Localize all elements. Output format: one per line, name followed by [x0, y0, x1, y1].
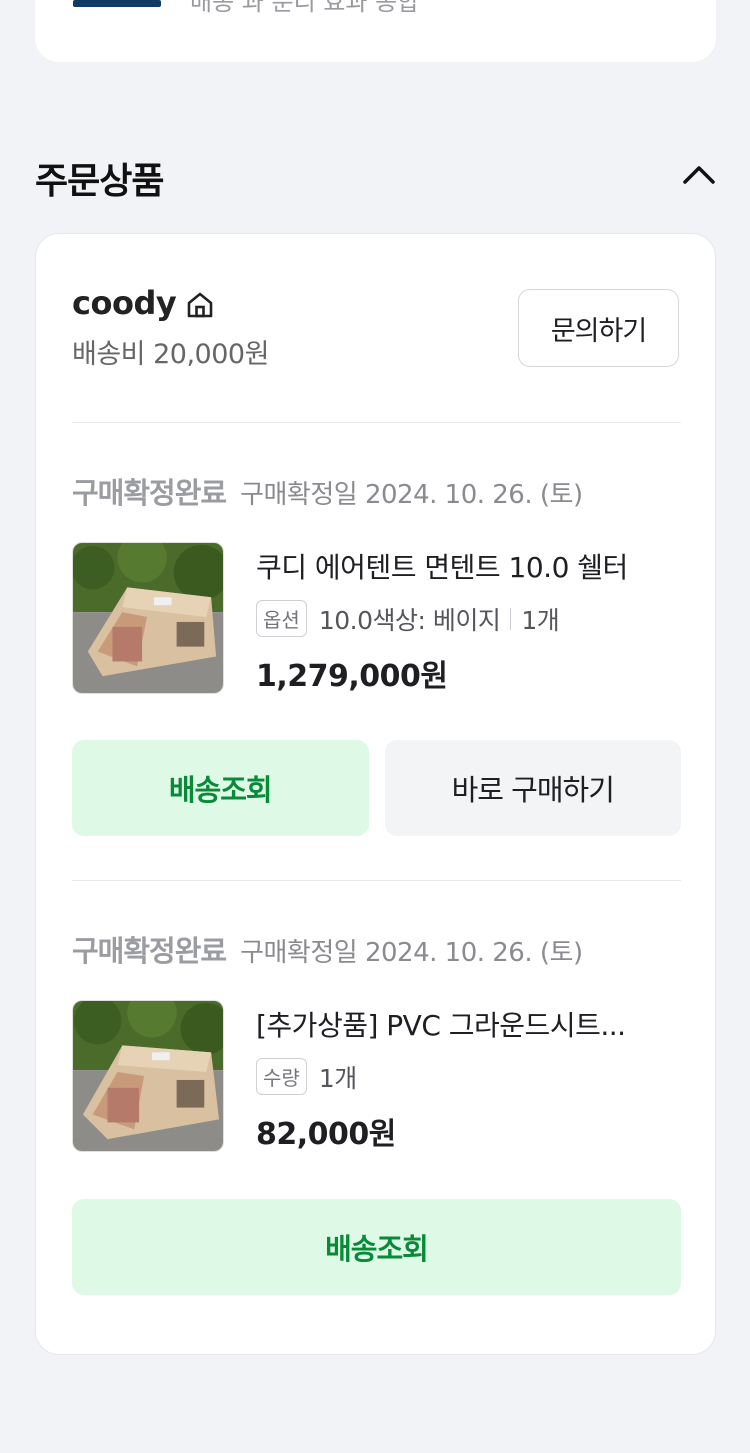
seller-name[interactable]: coody	[72, 284, 177, 322]
chevron-up-icon[interactable]	[682, 158, 716, 192]
price: 1,279,000원	[256, 659, 448, 694]
option-text: 10.0색상: 베이지	[318, 605, 501, 635]
order-card: coody 배송비 20,000원 문의하기 구매확정완료 구매확정일 2024…	[35, 233, 716, 1355]
confirm-date: 구매확정일 2024. 10. 26. (토)	[240, 480, 583, 510]
quantity-badge: 수량	[256, 1058, 307, 1095]
seller-info: coody 배송비 20,000원	[72, 284, 269, 371]
order-1-actions: 배송조회 바로 구매하기	[72, 740, 681, 836]
order-items-header: 주문상품	[35, 152, 716, 208]
divider	[72, 422, 681, 423]
divider	[72, 880, 681, 881]
product-name[interactable]: 쿠디 에어텐트 면텐트 10.0 쉘터	[256, 546, 681, 586]
home-icon[interactable]	[184, 289, 216, 321]
option-badge: 옵션	[256, 600, 307, 637]
order-item-2: 구매확정완료 구매확정일 2024. 10. 26. (토) [추가상품] PV…	[72, 928, 681, 1152]
order-status: 구매확정완료	[72, 934, 227, 968]
separator	[510, 607, 512, 630]
product-image[interactable]	[72, 1000, 224, 1152]
cut-off-text: 배송 과 분리 효과 종합	[190, 0, 420, 16]
product-image[interactable]	[72, 542, 224, 694]
inquiry-button[interactable]: 문의하기	[518, 289, 679, 367]
order-2-actions: 배송조회	[72, 1199, 681, 1295]
quantity: 1개	[521, 605, 560, 635]
order-item-1: 구매확정완료 구매확정일 2024. 10. 26. (토) 쿠디 에어텐트 면…	[72, 470, 681, 694]
confirm-date: 구매확정일 2024. 10. 26. (토)	[240, 938, 583, 968]
previous-section-card: 배송 과 분리 효과 종합	[35, 0, 716, 62]
track-delivery-button[interactable]: 배송조회	[72, 1199, 681, 1295]
quantity: 1개	[318, 1063, 357, 1093]
product-name[interactable]: [추가상품] PVC 그라운드시트...	[256, 1004, 681, 1044]
track-delivery-button[interactable]: 배송조회	[72, 740, 369, 836]
order-status: 구매확정완료	[72, 476, 227, 510]
section-title: 주문상품	[35, 161, 164, 202]
thumbnail-strip	[73, 0, 161, 7]
buy-again-button[interactable]: 바로 구매하기	[384, 740, 681, 836]
shipping-fee: 배송비 20,000원	[72, 339, 269, 370]
price: 82,000원	[256, 1117, 396, 1152]
